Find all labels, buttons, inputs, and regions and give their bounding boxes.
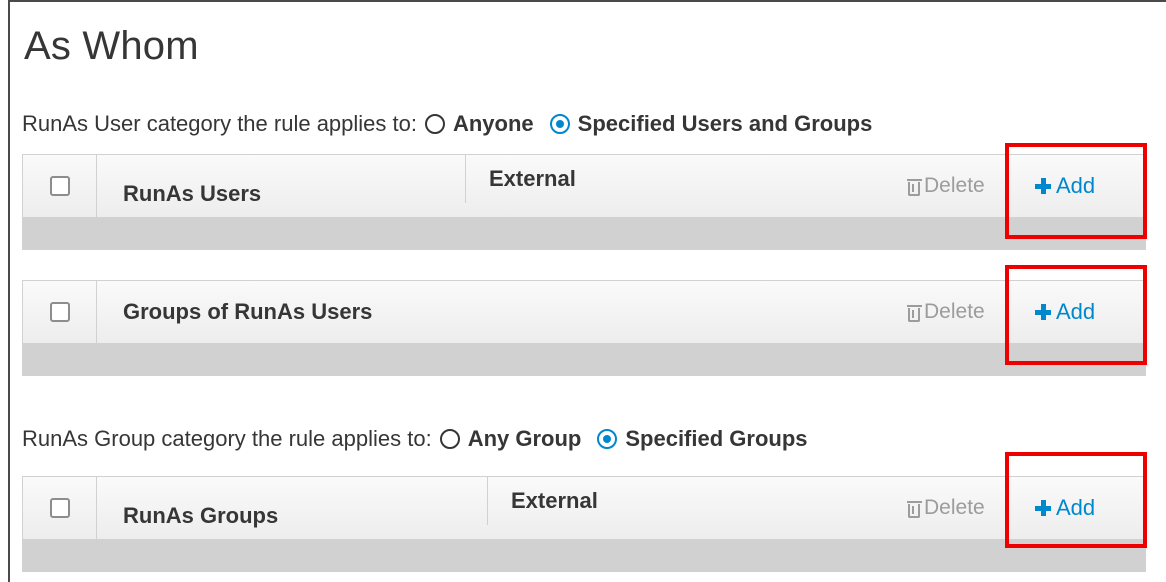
radio-specified-groups-label[interactable]: Specified Groups (625, 426, 807, 452)
runas-groups-select-all-checkbox[interactable] (49, 498, 70, 518)
delete-label: Delete (924, 300, 985, 323)
section-title: As Whom (24, 24, 199, 68)
radio-specified-users-groups[interactable]: Specified Users and Groups (549, 111, 873, 137)
column-divider (465, 155, 466, 203)
runas-user-groups-table-header: Groups of RunAs Users Delete Add (22, 280, 1146, 344)
runas-user-groups-select-all-checkbox[interactable] (49, 302, 70, 322)
trash-icon (907, 305, 922, 322)
radio-checked-icon[interactable] (549, 114, 570, 134)
add-label: Add (1056, 495, 1096, 520)
user-category-label: RunAs User category the rule applies to: (22, 111, 417, 136)
runas-user-groups-add-button[interactable]: Add (1035, 281, 1095, 343)
runas-user-groups-table-footer (22, 344, 1146, 376)
runas-users-table: RunAs Users External Delete Add (22, 154, 1146, 250)
runas-user-groups-delete-button[interactable]: Delete (907, 281, 1005, 343)
runas-users-add-button[interactable]: Add (1035, 155, 1095, 217)
runas-groups-table-header: RunAs Groups External Delete Add (22, 476, 1146, 540)
trash-icon (907, 501, 922, 518)
add-label: Add (1056, 299, 1096, 324)
radio-any-group[interactable]: Any Group (439, 426, 582, 452)
runas-users-external-column-header[interactable]: External (489, 155, 576, 203)
plus-icon (1035, 304, 1051, 320)
runas-users-delete-button[interactable]: Delete (907, 155, 1005, 217)
delete-label: Delete (924, 496, 985, 519)
radio-any-group-label[interactable]: Any Group (468, 426, 582, 452)
column-divider (487, 477, 488, 525)
plus-icon (1035, 500, 1051, 516)
radio-checked-icon[interactable] (597, 429, 618, 449)
group-category-label: RunAs Group category the rule applies to… (22, 426, 432, 451)
runas-users-column-header[interactable]: RunAs Users (123, 163, 261, 225)
runas-groups-add-button[interactable]: Add (1035, 477, 1095, 539)
runas-users-select-all-checkbox[interactable] (49, 176, 70, 196)
radio-anyone[interactable]: Anyone (424, 111, 534, 137)
runas-groups-column-header[interactable]: RunAs Groups (123, 485, 278, 547)
radio-unchecked-icon[interactable] (439, 429, 460, 449)
group-category-row: RunAs Group category the rule applies to… (22, 423, 824, 455)
runas-groups-delete-button[interactable]: Delete (907, 477, 1005, 539)
runas-groups-table: RunAs Groups External Delete Add (22, 476, 1146, 572)
runas-user-groups-table: Groups of RunAs Users Delete Add (22, 280, 1146, 376)
select-all-cell (23, 281, 97, 343)
plus-icon (1035, 178, 1051, 194)
runas-groups-external-column-header[interactable]: External (511, 477, 598, 525)
radio-unchecked-icon[interactable] (424, 114, 445, 134)
user-category-row: RunAs User category the rule applies to:… (22, 108, 888, 140)
delete-label: Delete (924, 174, 985, 197)
runas-user-groups-column-header[interactable]: Groups of RunAs Users (123, 281, 372, 343)
select-all-cell (23, 477, 97, 539)
select-all-cell (23, 155, 97, 217)
runas-users-table-header: RunAs Users External Delete Add (22, 154, 1146, 218)
add-label: Add (1056, 173, 1096, 198)
radio-specified-users-groups-label[interactable]: Specified Users and Groups (578, 111, 873, 137)
radio-specified-groups[interactable]: Specified Groups (597, 426, 808, 452)
radio-anyone-label[interactable]: Anyone (453, 111, 534, 137)
trash-icon (907, 179, 922, 196)
